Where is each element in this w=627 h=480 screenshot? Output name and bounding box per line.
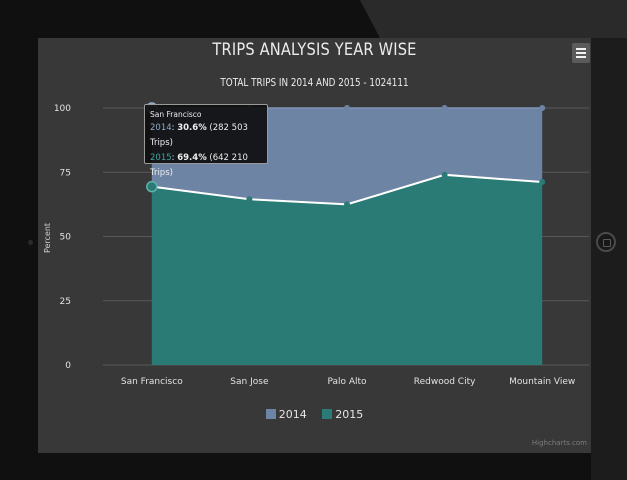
- tooltip-series-name: 2014: [150, 123, 172, 133]
- point-2014: [441, 105, 448, 111]
- chart-screen: TRIPS ANALYSIS YEAR WISE TOTAL TRIPS IN …: [38, 38, 591, 453]
- y-axis-label: Percent: [43, 223, 52, 253]
- tooltip-line-2015: 2015: 69.4% (642 210 Trips): [150, 153, 248, 178]
- x-tick-label: Redwood City: [414, 377, 476, 387]
- legend-label: 2014: [278, 408, 307, 421]
- point-2014: [539, 105, 546, 111]
- tablet-bezel: TRIPS ANALYSIS YEAR WISE TOTAL TRIPS IN …: [0, 0, 627, 480]
- x-tick-label: San Francisco: [121, 377, 183, 387]
- legend-label: 2015: [335, 408, 364, 421]
- tooltip-line-2014: 2014: 30.6% (282 503 Trips): [150, 123, 248, 148]
- legend-item-2015[interactable]: 2015: [322, 408, 363, 421]
- tooltip-category: San Francisco: [150, 110, 202, 119]
- x-tick-label: Mountain View: [509, 377, 575, 387]
- x-axis-ticks: San Francisco San Jose Palo Alto Redwood Ci…: [121, 377, 575, 387]
- x-tick-label: Palo Alto: [327, 377, 367, 387]
- y-tick-label: 25: [60, 297, 71, 307]
- y-tick-label: 50: [60, 233, 72, 243]
- credits-link[interactable]: Highcharts.com: [532, 439, 587, 447]
- camera-dot: [28, 240, 33, 245]
- legend-swatch: [322, 409, 333, 419]
- chart-tooltip: San Francisco 2014: 30.6% (282 503 Trips…: [144, 104, 268, 178]
- home-button[interactable]: [596, 232, 616, 252]
- point-2015: [441, 171, 448, 178]
- point-2015: [146, 180, 158, 193]
- point-2015: [539, 179, 546, 186]
- y-tick-label: 75: [60, 168, 71, 178]
- plot-area: 0 25 50 75 100 San Francisco San Jose Palo Alt…: [43, 102, 589, 387]
- tooltip-percent: 30.6%: [177, 123, 207, 133]
- tooltip-percent: 69.4%: [177, 153, 207, 163]
- y-tick-label: 100: [54, 104, 71, 114]
- x-tick-label: San Jose: [230, 377, 269, 387]
- y-axis-ticks: 0 25 50 75 100: [54, 104, 71, 371]
- point-2015: [246, 196, 253, 203]
- point-2015: [344, 201, 350, 208]
- tooltip-series-name: 2015: [150, 153, 172, 163]
- chart-legend: 2014 2015: [38, 408, 591, 421]
- legend-swatch: [265, 409, 276, 419]
- legend-item-2014[interactable]: 2014: [265, 408, 307, 421]
- y-tick-label: 0: [65, 361, 71, 371]
- point-2014: [344, 105, 350, 111]
